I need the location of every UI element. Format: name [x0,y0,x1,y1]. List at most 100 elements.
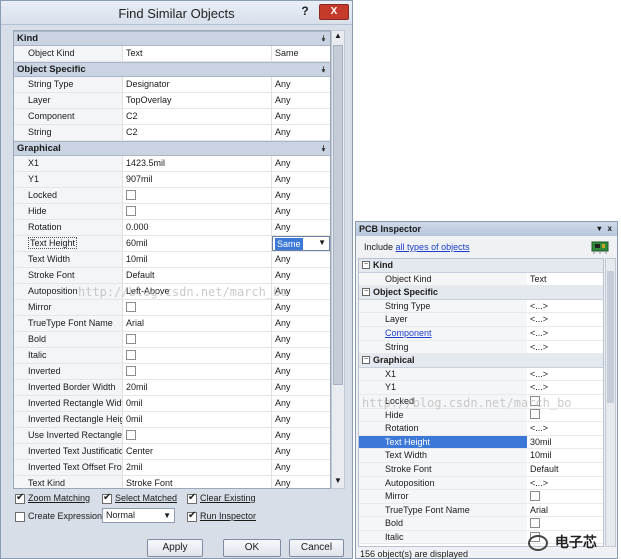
collapse-icon[interactable]: − [362,288,370,297]
inspector-category-graphical[interactable]: − Graphical [359,354,603,368]
property-row[interactable]: String C2 Any [14,125,330,141]
include-link[interactable]: all types of objects [396,242,470,252]
checkbox-icon[interactable] [530,409,540,420]
property-row[interactable]: TrueType Font Name Arial Any [14,316,330,332]
clear-existing-checkbox[interactable]: Clear Existing [187,492,256,504]
property-row[interactable]: Inverted Border Width 20mil Any [14,380,330,396]
property-row[interactable]: Inverted Rectangle Widt 0mil Any [14,396,330,412]
property-row[interactable]: Y1 907mil Any [14,172,330,188]
inspector-category-kind[interactable]: − Kind [359,259,603,273]
match-value[interactable]: Any [272,300,330,315]
match-value[interactable]: Any [272,380,330,395]
inspector-row[interactable]: TrueType Font Name Arial [359,503,603,518]
checkbox-icon[interactable] [530,490,540,501]
inspector-value[interactable]: <...> [527,327,603,340]
property-row[interactable]: Text Height 60mil Same ▼ [14,236,330,252]
collapse-icon[interactable]: − [362,261,370,269]
property-row[interactable]: Object Kind Text Same [14,46,330,62]
inspector-value[interactable]: <...> [527,300,603,313]
inspector-value[interactable]: <...> [527,422,603,435]
category-object-specific[interactable]: Object Specific ⯯ [14,62,330,77]
match-value[interactable]: Any [272,220,330,235]
match-value[interactable]: Same [272,46,330,61]
match-value[interactable]: Any [272,93,330,108]
inspector-row[interactable]: X1 <...> [359,367,603,382]
checkbox-icon[interactable] [102,492,112,504]
inspector-category-object-specific[interactable]: − Object Specific [359,286,603,300]
property-row[interactable]: Italic Any [14,348,330,364]
apply-button[interactable]: Apply [147,539,203,557]
property-row[interactable]: Inverted Any [14,364,330,380]
property-row[interactable]: String Type Designator Any [14,77,330,93]
panel-controls-icon[interactable]: ▾ x [597,222,614,236]
scroll-down-icon[interactable]: ▼ [332,476,344,488]
inspector-value[interactable]: 10mil [527,449,603,462]
inspector-row[interactable]: Text Width 10mil [359,449,603,463]
help-button[interactable]: ? [297,4,313,20]
scroll-thumb[interactable] [333,45,343,385]
collapse-icon[interactable]: ⯯ [321,32,326,45]
property-row[interactable]: Text Width 10mil Any [14,252,330,268]
dialog-title-bar[interactable]: Find Similar Objects ? X [1,1,352,25]
match-value[interactable]: Any [272,348,330,363]
cancel-button[interactable]: Cancel [289,539,344,557]
checkbox-icon[interactable] [187,510,197,522]
inspector-value[interactable]: <...> [527,381,603,394]
checkbox-icon[interactable] [530,517,540,528]
scroll-up-icon[interactable]: ▲ [332,31,344,43]
checkbox-icon[interactable] [15,511,25,522]
match-value[interactable]: Any [272,252,330,267]
inspector-row[interactable]: Bold [359,517,603,531]
match-value[interactable]: Any [272,428,330,443]
match-value[interactable]: Any [272,460,330,475]
collapse-icon[interactable]: − [362,356,370,365]
create-expression-checkbox[interactable]: Create Expression [15,510,102,522]
inspector-value[interactable]: Text [527,273,603,286]
zoom-matching-checkbox[interactable]: Zoom Matching [15,492,90,504]
inspector-value[interactable] [527,490,603,503]
property-row[interactable]: Hide Any [14,204,330,220]
select-matched-checkbox[interactable]: Select Matched [102,492,177,504]
inspector-row[interactable]: Mirror [359,490,603,504]
inspector-value[interactable]: <...> [527,368,603,381]
category-graphical[interactable]: Graphical ⯯ [14,141,330,156]
inspector-value[interactable] [527,409,603,422]
inspector-header[interactable]: PCB Inspector ▾ x [356,222,617,236]
property-row[interactable]: Use Inverted Rectangle Any [14,428,330,444]
inspector-value[interactable]: <...> [527,313,603,326]
property-row[interactable]: Inverted Text Offset Fror 2mil Any [14,460,330,476]
grid-scrollbar[interactable]: ▲ ▼ [331,30,345,489]
mode-select[interactable]: Normal ▼ [102,508,175,523]
property-row[interactable]: X1 1423.5mil Any [14,156,330,172]
chevron-down-icon[interactable]: ▼ [318,238,326,247]
inspector-row[interactable]: String <...> [359,340,603,355]
checkbox-icon[interactable] [15,492,25,504]
property-row[interactable]: Inverted Rectangle Heig 0mil Any [14,412,330,428]
run-inspector-checkbox[interactable]: Run Inspector [187,510,256,522]
inspector-row[interactable]: Y1 <...> [359,381,603,395]
inspector-row[interactable]: Text Height 30mil [359,435,603,450]
checkbox-icon[interactable] [187,492,197,504]
match-select[interactable]: Same ▼ [272,236,330,251]
match-value[interactable]: Any [272,444,330,459]
inspector-row[interactable]: Autoposition <...> [359,476,603,491]
inspector-row[interactable]: Stroke Font Default [359,462,603,477]
match-value[interactable]: Any [272,396,330,411]
property-row[interactable]: Stroke Font Default Any [14,268,330,284]
match-value[interactable]: Any [272,316,330,331]
match-value[interactable]: Any [272,125,330,140]
match-value[interactable]: Any [272,109,330,124]
collapse-icon[interactable]: ⯯ [321,142,326,155]
inspector-row[interactable]: String Type <...> [359,299,603,314]
match-value[interactable]: Any [272,268,330,283]
inspector-value[interactable]: Arial [527,504,603,517]
inspector-scrollbar[interactable] [605,258,616,547]
match-value[interactable]: Any [272,156,330,171]
match-value[interactable]: Any [272,476,330,488]
inspector-value[interactable]: <...> [527,477,603,490]
close-button[interactable]: X [319,4,349,20]
inspector-value[interactable]: <...> [527,341,603,354]
inspector-label-text[interactable]: Component [385,328,432,338]
match-value[interactable]: Any [272,188,330,203]
property-row[interactable]: Text Kind Stroke Font Any [14,476,330,488]
